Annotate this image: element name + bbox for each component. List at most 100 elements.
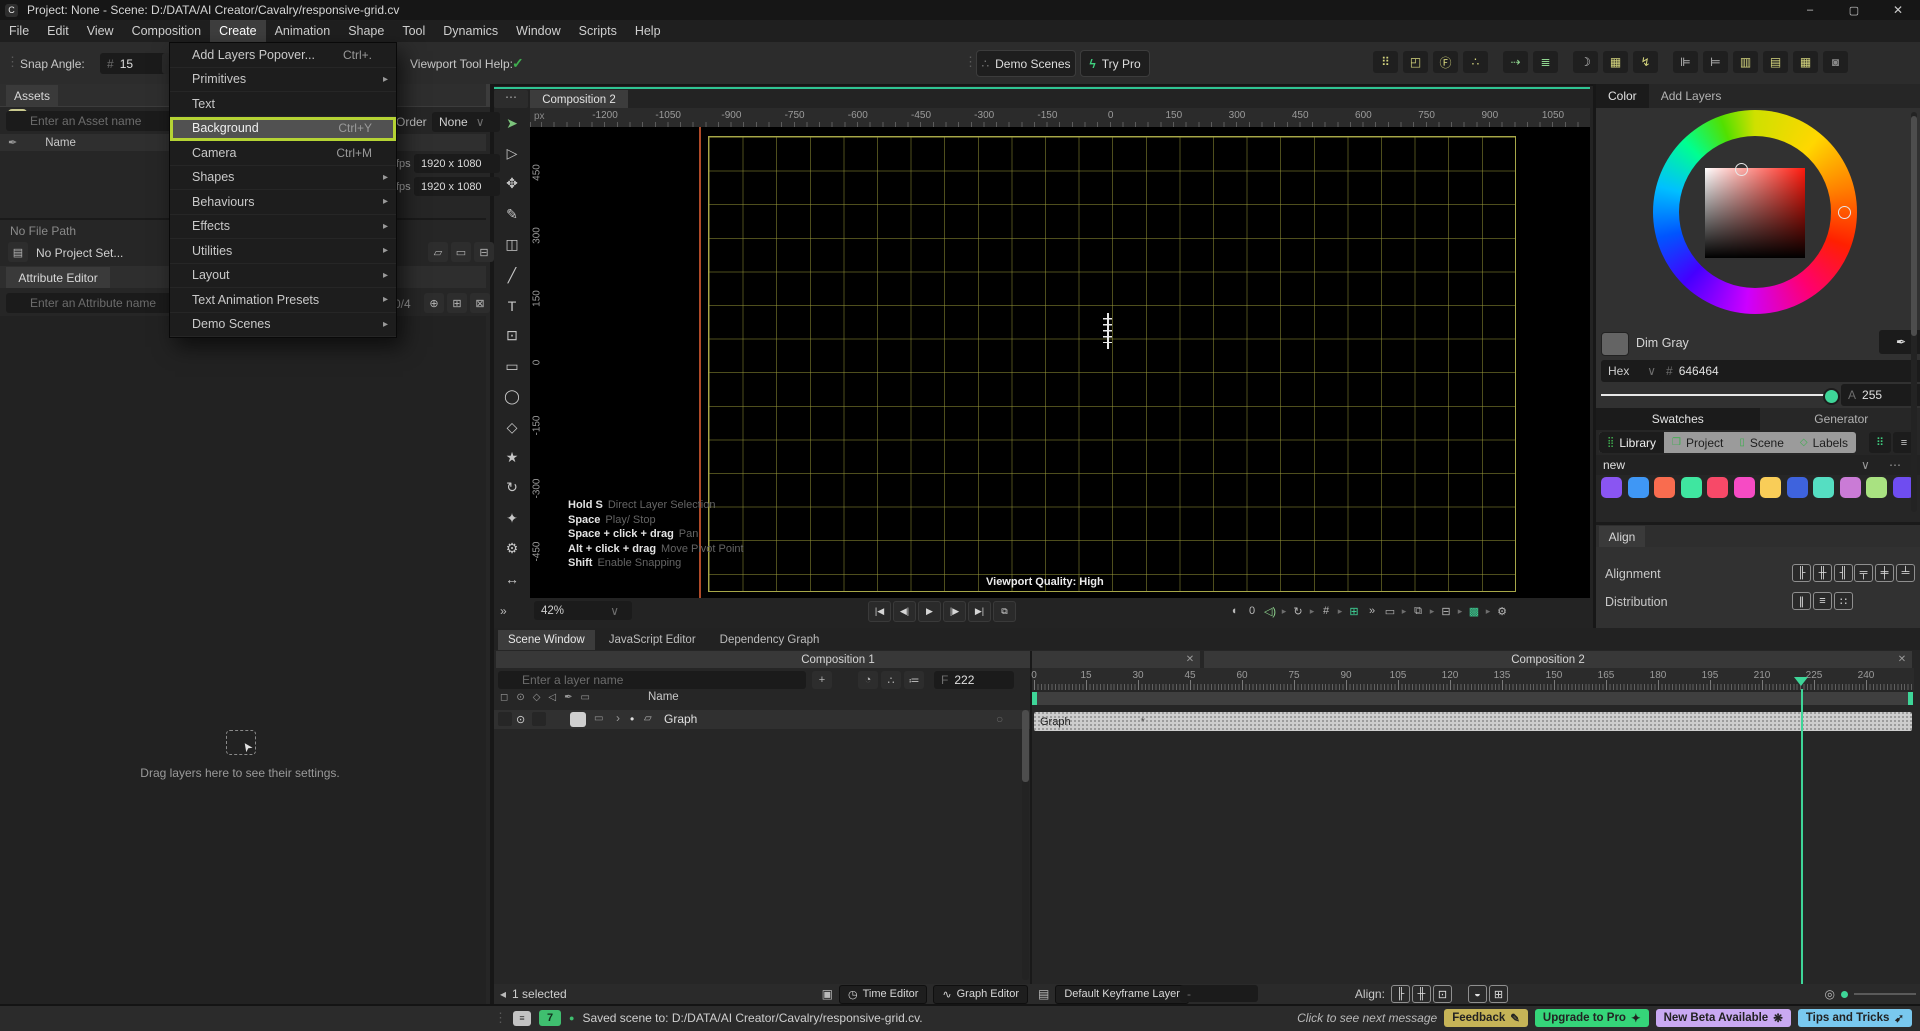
eyedropper-icon[interactable]: ✒ <box>8 136 17 149</box>
attribute-panel-icon[interactable]: ⊞ <box>447 293 467 313</box>
attribute-clear-icon[interactable]: ⊠ <box>470 293 490 313</box>
menubar-item[interactable]: Dynamics <box>434 20 507 42</box>
viewport-overflow-menu[interactable]: ⋯ <box>494 90 528 108</box>
menubar-item[interactable]: Scripts <box>570 20 626 42</box>
audio-icon[interactable]: ◁ <box>548 692 556 703</box>
menu-item-layout[interactable]: Layout ▸ <box>170 264 396 289</box>
chevron-icon[interactable]: ▸ <box>1456 602 1464 620</box>
attribute-drop-area[interactable]: ➤ Drag layers here to see their settings… <box>0 316 486 1004</box>
link-circle-icon[interactable]: ○ <box>996 712 1003 726</box>
solo-icon[interactable]: ▭ <box>581 692 590 703</box>
table-icon[interactable]: ▦ <box>1603 51 1628 73</box>
playhead-handle[interactable] <box>1794 677 1808 686</box>
time-editor-button[interactable]: ◷ Time Editor <box>839 985 927 1004</box>
align-left-icon[interactable]: ╟ <box>1792 564 1811 582</box>
expand-chevron-icon[interactable]: › <box>616 711 620 725</box>
frame-icon[interactable]: Ⓕ <box>1433 51 1458 73</box>
align-center-h-icon[interactable]: ╫ <box>1813 564 1832 582</box>
align-right-icon[interactable]: ⊨ <box>1703 51 1728 73</box>
scene-tab[interactable]: ▯ Scene <box>1731 432 1792 453</box>
guides-icon[interactable]: ⊞ <box>1346 602 1362 620</box>
name-column-header[interactable]: Name <box>45 137 76 149</box>
chevron-icon[interactable]: ▸ <box>1308 602 1316 620</box>
align-bottom-icon[interactable]: ╧ <box>1896 564 1915 582</box>
menu-item-utilities[interactable]: Utilities ▸ <box>170 239 396 264</box>
picker-icon[interactable]: ✒ <box>564 692 572 703</box>
close-button[interactable]: ✕ <box>1876 0 1920 20</box>
hex-value-field[interactable]: # 646464 <box>1659 360 1920 382</box>
color-swatch[interactable] <box>1681 477 1702 498</box>
spiral-tool[interactable]: ↻ <box>494 473 530 503</box>
star-burst-tool[interactable]: ✦ <box>494 503 530 533</box>
distribute-h-icon[interactable]: ∥ <box>1792 592 1811 610</box>
menu-item-behaviours[interactable]: Behaviours ▸ <box>170 190 396 215</box>
layer-list-scrollbar[interactable] <box>1022 710 1029 980</box>
connect-arrow-icon[interactable]: ⇢ <box>1503 51 1528 73</box>
star-tool[interactable]: ★ <box>494 442 530 472</box>
grid-toggle-icon[interactable]: # <box>1318 602 1334 620</box>
chevron-down-icon[interactable]: ∨ <box>1861 458 1870 472</box>
snap-angle-field[interactable]: # 15 <box>100 53 170 74</box>
camera-tool[interactable]: ◫ <box>494 230 530 260</box>
frame-field[interactable]: F 222 <box>934 671 1014 689</box>
sv-indicator[interactable] <box>1735 163 1748 176</box>
layer-row-graph[interactable]: ⊙ ▭ › • ▱ Graph ○ <box>494 710 1030 729</box>
library-tab[interactable]: ⣿ Library <box>1599 432 1664 453</box>
box-select-tool[interactable]: ⊡ <box>494 321 530 351</box>
direct-select-tool[interactable]: ▷ <box>494 138 530 168</box>
menubar-item[interactable]: Create <box>210 20 266 42</box>
alpha-slider-handle[interactable] <box>1823 388 1840 405</box>
feedback-chip[interactable]: Feedback ✎ <box>1444 1009 1528 1027</box>
rectangle-tool[interactable]: ▭ <box>494 351 530 381</box>
zoom-level-dropdown[interactable]: 42% ∨ <box>534 601 632 620</box>
next-message-link[interactable]: Click to see next message <box>1297 1011 1437 1025</box>
viewport-tab-composition-2[interactable]: Composition 2 <box>530 90 628 110</box>
kf-ease-icon[interactable]: ◒ <box>1468 985 1487 1003</box>
color-swatch[interactable] <box>1787 477 1808 498</box>
demo-scenes-button[interactable]: ∴ Demo Scenes <box>976 50 1076 77</box>
message-count-badge[interactable]: 7 <box>539 1010 561 1026</box>
menu-item-background[interactable]: Background Ctrl+Y <box>170 117 396 142</box>
display-icon[interactable]: ▭ <box>1382 602 1398 620</box>
menu-item-camera[interactable]: Camera Ctrl+M <box>170 141 396 166</box>
filter-icon[interactable]: ≔ <box>904 671 924 689</box>
attribute-zoom-icon[interactable]: ⊕ <box>424 293 444 313</box>
kf-align-center-icon[interactable]: ╫ <box>1412 985 1431 1003</box>
grid-view-button[interactable]: ⠿ <box>1869 432 1891 453</box>
crescent-icon[interactable]: ☽ <box>1573 51 1598 73</box>
go-to-end-button[interactable]: ▶| <box>968 601 991 622</box>
color-swatch[interactable] <box>1813 477 1834 498</box>
transparency-icon[interactable]: ▩ <box>1466 602 1482 620</box>
labels-tab[interactable]: ◇ Labels <box>1792 432 1856 453</box>
project-tab[interactable]: ❒ Project <box>1664 432 1731 453</box>
render-icon[interactable]: ◇ <box>533 692 541 703</box>
tab-add-layers[interactable]: Add Layers <box>1649 84 1734 108</box>
stack-align-icon[interactable]: ≣ <box>1533 51 1558 73</box>
tab-javascript-editor[interactable]: JavaScript Editor <box>599 630 706 650</box>
zoom-slider-handle[interactable] <box>1841 991 1848 998</box>
rows-icon[interactable]: ▤ <box>1763 51 1788 73</box>
swatch-group-row[interactable]: new ∨ ⋯ <box>1596 455 1920 475</box>
menubar-item[interactable]: File <box>0 20 38 42</box>
duplicate-icon[interactable]: ⊟ <box>1438 602 1454 620</box>
scatter-icon[interactable]: ∴ <box>1463 51 1488 73</box>
playhead-line[interactable] <box>1801 689 1803 984</box>
line-tool[interactable]: ╱ <box>494 260 530 290</box>
alpha-slider-track[interactable] <box>1601 394 1831 396</box>
kf-align-box-icon[interactable]: ⊡ <box>1433 985 1452 1003</box>
viewport-settings-icon[interactable]: ⚙ <box>1494 602 1510 620</box>
menu-item-text-animation-presets[interactable]: Text Animation Presets ▸ <box>170 288 396 313</box>
messages-icon[interactable]: ≡ <box>513 1011 531 1026</box>
current-color-swatch[interactable] <box>1601 332 1629 356</box>
color-swatch[interactable] <box>1760 477 1781 498</box>
visibility-icon[interactable]: ⊙ <box>516 713 525 726</box>
color-panel-scrollbar[interactable] <box>1911 112 1917 512</box>
menubar-item[interactable]: Help <box>626 20 670 42</box>
tab-generator[interactable]: Generator <box>1760 408 1920 430</box>
keyframe-marker[interactable]: * <box>1141 716 1145 728</box>
tab-color[interactable]: Color <box>1596 84 1649 108</box>
resolution-field[interactable]: 1920 x 1080 <box>414 177 500 196</box>
audio-icon[interactable]: ◁) <box>1262 602 1278 620</box>
camera-icon[interactable]: ◙ <box>1823 51 1848 73</box>
distribute-v-icon[interactable]: ≡ <box>1813 592 1832 610</box>
